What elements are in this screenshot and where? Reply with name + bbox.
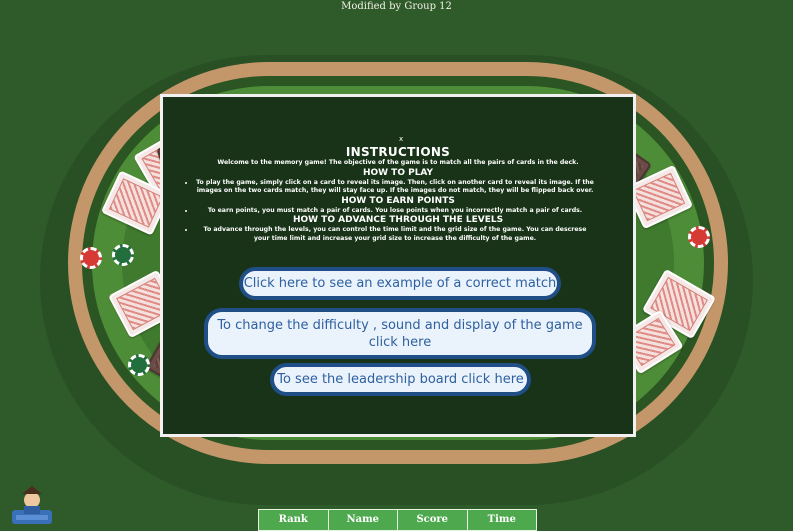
leaderboard-header: Rank Name Score Time — [258, 509, 537, 531]
user-avatar-icon[interactable] — [10, 482, 54, 526]
close-icon[interactable]: x — [399, 135, 403, 143]
settings-button[interactable]: To change the difficulty , sound and dis… — [204, 308, 596, 359]
levels-list: To advance through the levels, you can c… — [163, 226, 633, 243]
leaderboard-col-time: Time — [487, 514, 516, 525]
leaderboard-button[interactable]: To see the leadership board click here — [270, 363, 531, 396]
instructions-intro: Welcome to the memory game! The objectiv… — [217, 159, 579, 166]
instructions-modal: x INSTRUCTIONS Welcome to the memory gam… — [160, 94, 636, 437]
levels-item: To advance through the levels, you can c… — [195, 226, 595, 243]
points-heading: HOW TO EARN POINTS — [341, 195, 455, 206]
credit-line: Modified by Group 12 — [341, 1, 452, 12]
how-to-play-item: To play the game, simply click on a card… — [195, 179, 595, 196]
points-item: To earn points, you must match a pair of… — [195, 207, 595, 216]
correct-match-example-button[interactable]: Click here to see an example of a correc… — [239, 267, 561, 300]
how-to-play-heading: HOW TO PLAY — [362, 167, 434, 178]
leaderboard-col-score: Score — [398, 510, 468, 530]
instructions-title: INSTRUCTIONS — [345, 145, 451, 159]
instructions-content: INSTRUCTIONS Welcome to the memory game!… — [163, 145, 633, 243]
chip — [688, 226, 710, 248]
leaderboard-col-name: Name — [329, 510, 398, 530]
chip — [112, 244, 134, 266]
levels-heading: HOW TO ADVANCE THROUGH THE LEVELS — [292, 215, 504, 225]
chip — [80, 247, 102, 269]
points-list: To earn points, you must match a pair of… — [163, 207, 633, 216]
leaderboard-col-rank: Rank — [259, 510, 329, 530]
chip — [128, 354, 150, 376]
how-to-play-list: To play the game, simply click on a card… — [163, 179, 633, 196]
